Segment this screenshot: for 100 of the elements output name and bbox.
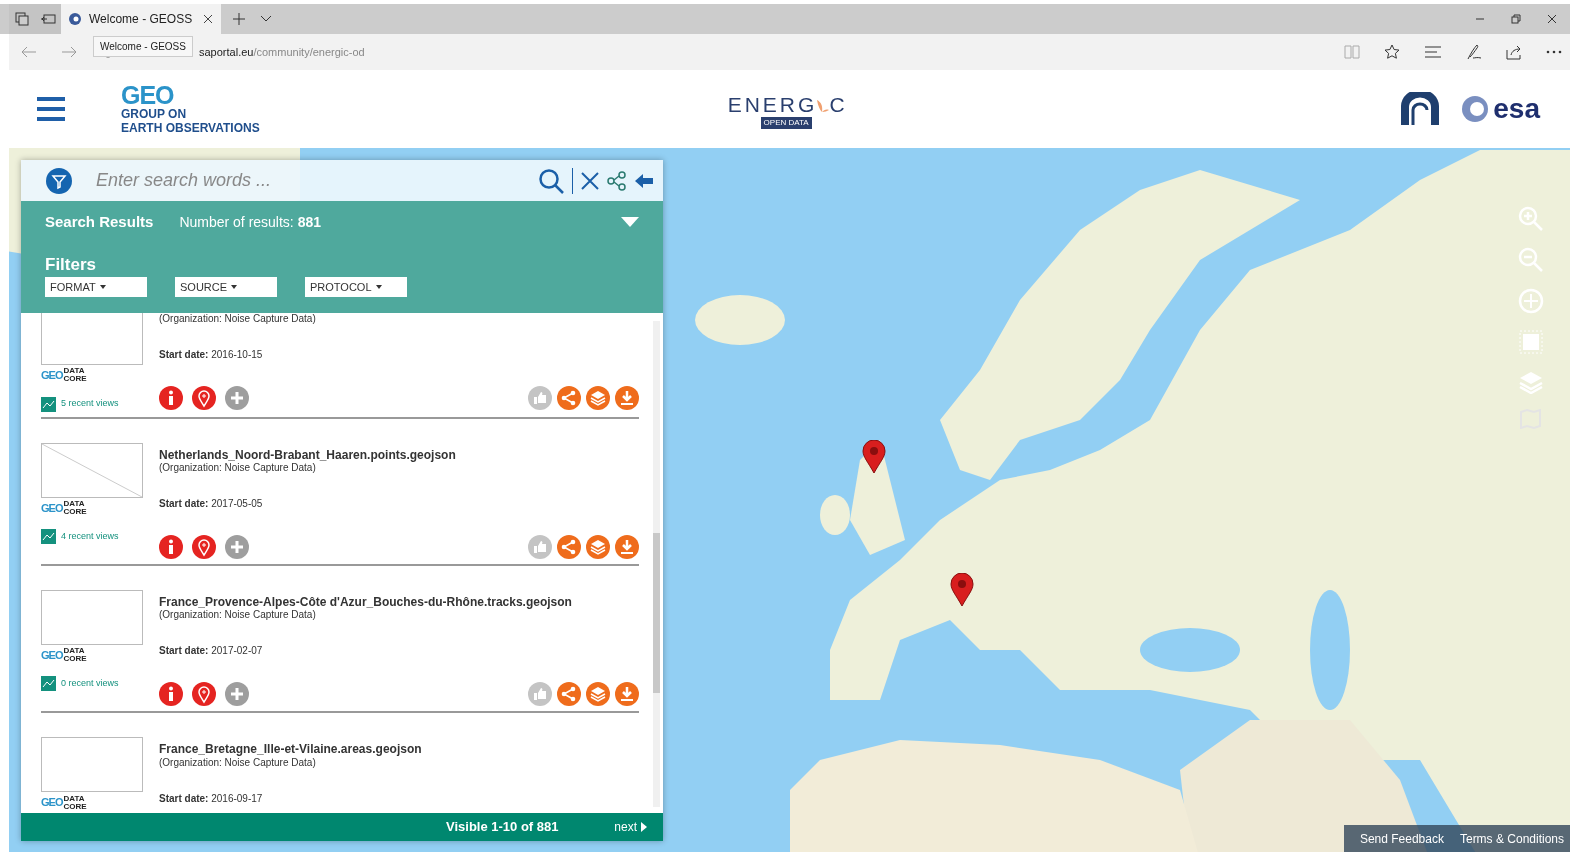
recent-views: 5 recent views <box>61 397 119 411</box>
globe-icon <box>1461 95 1490 123</box>
provider-logo-mark: GEO <box>41 369 63 383</box>
filter-dropdown[interactable]: SOURCE <box>175 277 277 297</box>
logo-text: C <box>829 91 845 118</box>
start-date: Start date: 2016-09-17 <box>159 792 264 805</box>
info-icon[interactable] <box>159 386 183 410</box>
restore-icon[interactable] <box>1511 14 1521 24</box>
thumbs-up-icon[interactable] <box>528 534 552 559</box>
pager-status: Visible 1-10 of 881 <box>446 818 559 837</box>
share-icon[interactable] <box>607 170 627 191</box>
add-icon[interactable] <box>225 386 249 410</box>
start-date: Start date: 2017-02-07 <box>159 645 264 658</box>
download-icon[interactable] <box>615 386 639 410</box>
info-icon[interactable] <box>159 534 183 559</box>
reading-view-icon[interactable] <box>1344 45 1360 59</box>
pen-icon[interactable] <box>1466 44 1482 60</box>
close-icon[interactable] <box>203 14 213 24</box>
provider-logo-text: CORE <box>63 655 87 664</box>
footer-link[interactable]: Send Feedback <box>1359 830 1444 848</box>
filter-dropdown[interactable]: PROTOCOL <box>305 277 407 297</box>
provider-logo-text: DATA <box>63 499 85 508</box>
collapse-icon[interactable] <box>621 217 639 228</box>
more-icon[interactable] <box>1546 50 1562 54</box>
thumbs-up-icon[interactable] <box>528 386 552 410</box>
add-icon[interactable] <box>225 682 249 707</box>
filter-dropdown[interactable]: FORMAT <box>45 277 147 297</box>
provider-logo-mark: GEO <box>41 647 63 663</box>
provider-logo-text: DATA <box>63 647 85 656</box>
result-title[interactable]: France_Bretagne_Ille-et-Vilaine.areas.geojson <box>159 742 639 757</box>
location-pin-icon[interactable] <box>192 682 216 707</box>
search-icon[interactable] <box>538 167 564 194</box>
location-pin-icon[interactable] <box>192 534 216 559</box>
start-date: Start date: 2017-05-05 <box>159 497 264 510</box>
collapse-arrow-icon[interactable] <box>635 172 653 189</box>
logo-text: esa <box>1493 95 1540 123</box>
recent-views: 0 recent views <box>61 677 119 691</box>
download-icon[interactable] <box>615 682 639 707</box>
forward-icon[interactable] <box>61 46 77 58</box>
next-link[interactable]: next <box>614 818 647 836</box>
layers-icon[interactable] <box>586 386 610 410</box>
logo-text: EARTH OBSERVATIONS <box>121 121 260 136</box>
browser-tab[interactable]: Welcome - GEOSS <box>61 4 221 34</box>
provider-logo-text: CORE <box>63 802 87 811</box>
address-field[interactable]: saportal.eu/community/energic-od <box>199 43 365 61</box>
tab-title: Welcome - GEOSS <box>89 11 193 28</box>
tab-preview-icon[interactable] <box>40 13 56 25</box>
share-icon[interactable] <box>1506 44 1522 60</box>
map-pin-icon <box>950 573 974 607</box>
organization: (Organization: Noise Capture Data) <box>159 313 317 325</box>
add-icon[interactable] <box>225 534 249 559</box>
scrollbar-thumb[interactable] <box>653 533 660 693</box>
start-date: Start date: 2016-10-15 <box>159 349 264 361</box>
provider-logo-mark: GEO <box>41 795 63 811</box>
logo-text: ENERG <box>727 91 818 118</box>
footer-link[interactable]: Terms & Conditions <box>1459 830 1564 848</box>
recent-views: 4 recent views <box>61 529 119 543</box>
logo-text: GROUP ON <box>121 107 188 122</box>
caret-right-icon <box>641 822 647 832</box>
new-tab-icon[interactable] <box>233 13 245 25</box>
filter-icon[interactable] <box>46 167 72 194</box>
logo-mark: GEO <box>121 82 175 108</box>
url-host: saportal.eu <box>199 45 254 58</box>
close-icon[interactable] <box>1547 14 1557 24</box>
search-bar[interactable]: Enter search words ... <box>21 160 663 201</box>
provider-logo-text: CORE <box>63 375 87 384</box>
provider-logo-text: CORE <box>63 507 87 516</box>
layers-icon[interactable] <box>586 534 610 559</box>
chart-icon <box>41 396 56 412</box>
result-title[interactable]: Netherlands_Noord-Brabant_Haaren.points.geojson <box>159 447 639 462</box>
thumbs-up-icon[interactable] <box>528 682 552 707</box>
result-title[interactable]: France_Provence-Alpes-Côte d'Azur_Bouches-du-Rhône.tracks.geojson <box>159 594 639 610</box>
menu-icon[interactable] <box>37 96 65 122</box>
organization: (Organization: Noise Capture Data) <box>159 609 317 622</box>
tooltip: Welcome - GEOSS <box>93 36 193 57</box>
results-title: Search Results <box>45 212 154 232</box>
url-path: /community/energic-od <box>253 45 365 58</box>
chart-icon <box>41 529 56 544</box>
star-icon[interactable] <box>1384 44 1400 60</box>
search-field[interactable]: Enter search words ... <box>94 166 538 195</box>
organization: (Organization: Noise Capture Data) <box>159 461 316 474</box>
chevron-down-icon[interactable] <box>260 15 272 23</box>
filters-title: Filters <box>45 253 98 276</box>
map-pin-icon <box>862 440 886 474</box>
site-icon <box>69 13 81 25</box>
clear-icon[interactable] <box>581 171 599 190</box>
organization: (Organization: Noise Capture Data) <box>159 756 317 769</box>
info-icon[interactable] <box>159 682 183 707</box>
back-icon[interactable] <box>21 46 37 58</box>
chart-icon <box>41 676 56 692</box>
layers-icon[interactable] <box>586 682 610 707</box>
tabs-aside-icon[interactable] <box>15 12 29 26</box>
provider-logo-mark: GEO <box>41 500 63 516</box>
results-count: Number of results: 881 <box>179 212 321 232</box>
provider-logo-text: DATA <box>63 367 85 376</box>
download-icon[interactable] <box>615 534 639 559</box>
provider-logo-text: DATA <box>63 794 85 803</box>
institution-logo-icon <box>1399 92 1442 126</box>
location-pin-icon[interactable] <box>192 386 216 410</box>
hub-icon[interactable] <box>1424 46 1442 58</box>
